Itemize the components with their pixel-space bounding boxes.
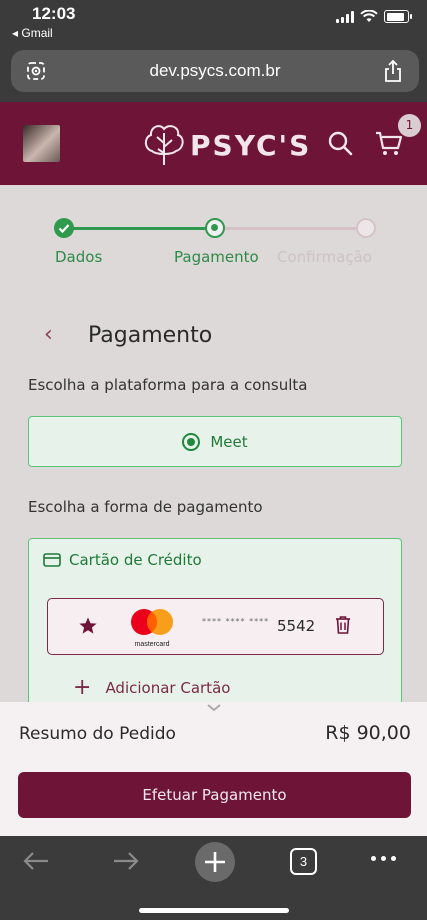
battery-icon: [384, 10, 412, 23]
status-icons: [336, 10, 412, 23]
url-text: dev.psycs.com.br: [149, 61, 281, 80]
new-tab-button[interactable]: [195, 842, 235, 882]
star-icon[interactable]: [78, 616, 98, 636]
more-options-icon[interactable]: [371, 856, 396, 861]
payment-method-credit-card[interactable]: Cartão de Crédito: [43, 551, 202, 569]
battery-level: [386, 12, 404, 21]
back-to-app[interactable]: ◂ Gmail: [12, 26, 53, 40]
mastercard-logo: mastercard: [128, 608, 176, 648]
address-bar[interactable]: dev.psycs.com.br: [11, 50, 419, 92]
radio-selected-icon[interactable]: [182, 432, 201, 451]
submit-payment-button[interactable]: Efetuar Pagamento: [18, 772, 411, 818]
wifi-icon: [360, 10, 378, 22]
step-connector: [224, 227, 358, 230]
home-indicator: [139, 908, 289, 913]
back-arrow-icon[interactable]: [22, 850, 50, 872]
step-done-icon: [54, 218, 74, 238]
tab-count-button[interactable]: 3: [290, 848, 317, 875]
add-card-label: Adicionar Cartão: [105, 678, 231, 697]
payment-prompt: Escolha a forma de pagamento: [28, 498, 263, 516]
avatar[interactable]: [23, 125, 60, 162]
browser-top-bar: dev.psycs.com.br: [0, 42, 427, 102]
card-last-digits: 5542: [277, 617, 316, 635]
platform-label: Meet: [210, 432, 248, 451]
logo-text: PSYC'S: [190, 128, 312, 162]
platform-option-meet[interactable]: Meet: [28, 416, 402, 467]
forward-arrow-icon[interactable]: [112, 850, 140, 872]
step-connector: [72, 227, 206, 230]
step-label-pagamento: Pagamento: [174, 248, 259, 266]
page-title: Pagamento: [88, 323, 213, 348]
back-chevron-icon[interactable]: ‹: [44, 322, 53, 347]
search-icon[interactable]: [327, 130, 353, 156]
status-time: 12:03: [32, 4, 76, 23]
summary-label: Resumo do Pedido: [19, 724, 176, 744]
platform-prompt: Escolha a plataforma para a consulta: [28, 376, 308, 394]
checkout-stepper: Dados Pagamento Confirmação: [0, 210, 427, 280]
step-current-icon: [205, 218, 225, 238]
step-pending-icon: [356, 218, 376, 238]
add-card-button[interactable]: + Adicionar Cartão: [73, 675, 230, 700]
step-label-confirmacao: Confirmação: [277, 248, 372, 266]
status-bar: 12:03 ◂ Gmail: [0, 0, 427, 42]
credit-card-icon: [43, 553, 61, 567]
card-brand-text: mastercard: [134, 641, 170, 648]
signal-icon: [336, 10, 354, 23]
payment-method-panel: Cartão de Crédito mastercard **** **** *…: [28, 538, 402, 718]
saved-card[interactable]: mastercard **** **** **** 5542: [47, 598, 384, 655]
share-icon[interactable]: [383, 59, 403, 83]
cart-count-badge: 1: [398, 114, 421, 137]
trash-icon[interactable]: [334, 615, 352, 635]
step-label-dados: Dados: [55, 248, 103, 266]
chevron-down-icon[interactable]: [203, 702, 225, 714]
brand-logo[interactable]: PSYC'S: [142, 120, 311, 170]
site-header: PSYC'S: [0, 102, 427, 185]
brain-tree-icon: [144, 125, 184, 165]
plus-icon: [205, 852, 225, 872]
card-number-mask: **** **** ****: [202, 617, 270, 626]
payment-method-label: Cartão de Crédito: [69, 551, 202, 569]
cart-icon[interactable]: [374, 129, 404, 157]
summary-total: R$ 90,00: [325, 722, 411, 744]
plus-icon: +: [73, 675, 92, 700]
